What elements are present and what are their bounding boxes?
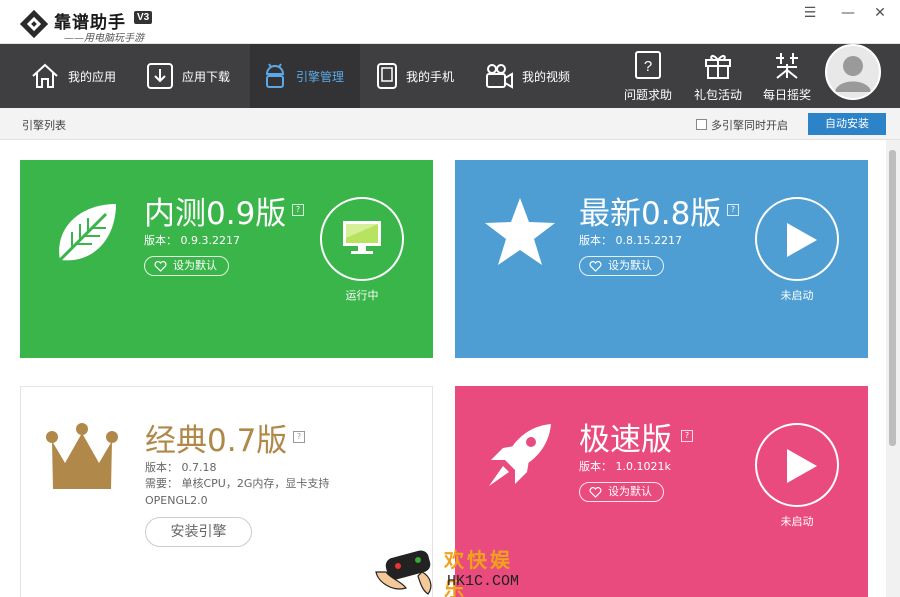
breadcrumb: 引擎列表 [22, 119, 66, 132]
engine-status: 运行中 [345, 289, 379, 302]
multi-engine-checkbox[interactable] [696, 119, 707, 130]
help-icon: ? [635, 51, 661, 79]
engine-requirement: 需要： 单核CPU，2G内存，显卡支持OPENGL2.0 [145, 477, 330, 507]
tab-app-download[interactable]: 应用下载 [146, 44, 246, 108]
svg-text:?: ? [644, 58, 652, 75]
engine-title: 经典0.7版 [145, 423, 288, 459]
lottery-icon [776, 53, 798, 79]
minimize-button[interactable]: — [836, 4, 860, 22]
start-engine-button[interactable] [755, 197, 839, 281]
tab-my-phone[interactable]: 我的手机 [376, 44, 476, 108]
rocket-icon [489, 424, 551, 486]
help-icon[interactable]: ? [681, 430, 693, 442]
title-bar: 靠谱助手 V3 ——用电脑玩手游 ☰ — ✕ [0, 0, 900, 44]
version-badge: V3 [134, 11, 153, 24]
user-avatar[interactable] [825, 44, 881, 100]
tab-my-apps[interactable]: 我的应用 [30, 44, 130, 108]
gift-icon [705, 54, 731, 79]
close-button[interactable]: ✕ [868, 4, 892, 22]
engine-status: 未启动 [780, 289, 814, 302]
engine-version: 版本： 1.0.1021k [579, 460, 671, 473]
engine-status: 未启动 [780, 515, 814, 528]
main-nav: 我的应用 应用下载 引擎管理 我的手机 我的视频 ? 问题求助 礼包活动 每日摇… [0, 44, 900, 108]
user-icon [835, 56, 871, 92]
watermark-en: HK1C.COM [447, 573, 520, 590]
play-icon [787, 449, 817, 483]
scrollbar-thumb[interactable] [889, 150, 896, 446]
set-default-button[interactable]: 设为默认 [144, 256, 229, 276]
sub-header: 引擎列表 多引擎同时开启 [0, 108, 900, 140]
engine-version: 版本： 0.9.3.2217 [144, 234, 240, 247]
monitor-icon [343, 221, 381, 254]
engine-version: 版本： 0.7.18 [145, 461, 217, 474]
app-logo: 靠谱助手 V3 ——用电脑玩手游 [6, 3, 166, 44]
engine-card-beta: 内测0.9版 ? 版本： 0.9.3.2217 设为默认 运行中 [20, 160, 433, 358]
tab-my-videos[interactable]: 我的视频 [484, 44, 584, 108]
engine-title: 内测0.9版 [144, 196, 287, 232]
heart-icon [589, 487, 602, 498]
video-camera-icon [486, 64, 513, 89]
install-engine-button[interactable]: 安装引擎 [145, 517, 252, 547]
run-engine-button[interactable] [320, 197, 404, 281]
help-icon[interactable]: ? [727, 204, 739, 216]
start-engine-button[interactable] [755, 423, 839, 507]
android-icon [265, 63, 285, 88]
engine-version: 版本： 0.8.15.2217 [579, 234, 682, 247]
heart-icon [154, 261, 167, 272]
auto-install-button[interactable]: 自动安装 [808, 113, 886, 135]
engine-card-latest: 最新0.8版 ? 版本： 0.8.15.2217 设为默认 未启动 [455, 160, 868, 358]
help-icon[interactable]: ? [293, 431, 305, 443]
home-icon [32, 63, 58, 88]
engine-title: 极速版 [579, 422, 672, 458]
tool-gift[interactable]: 礼包活动 [690, 50, 746, 103]
crown-icon [46, 423, 118, 489]
leaf-icon [58, 204, 116, 262]
logo-icon [20, 10, 48, 38]
hand-gamepad-icon [375, 550, 432, 595]
tab-engine-management[interactable]: 引擎管理 [250, 44, 360, 108]
engine-title: 最新0.8版 [579, 196, 722, 232]
download-icon [147, 63, 173, 89]
star-icon [485, 198, 555, 265]
heart-icon [589, 261, 602, 272]
help-icon[interactable]: ? [292, 204, 304, 216]
tool-lottery[interactable]: 每日摇奖 [759, 50, 815, 103]
app-slogan: ——用电脑玩手游 [64, 33, 144, 44]
set-default-button[interactable]: 设为默认 [579, 482, 664, 502]
watermark: 欢快娱乐 HK1C.COM [370, 540, 530, 597]
menu-button[interactable]: ☰ [798, 4, 822, 22]
phone-icon [377, 63, 397, 89]
multi-engine-label: 多引擎同时开启 [711, 119, 788, 132]
set-default-button[interactable]: 设为默认 [579, 256, 664, 276]
tool-help[interactable]: ? 问题求助 [620, 50, 676, 103]
play-icon [787, 223, 817, 257]
